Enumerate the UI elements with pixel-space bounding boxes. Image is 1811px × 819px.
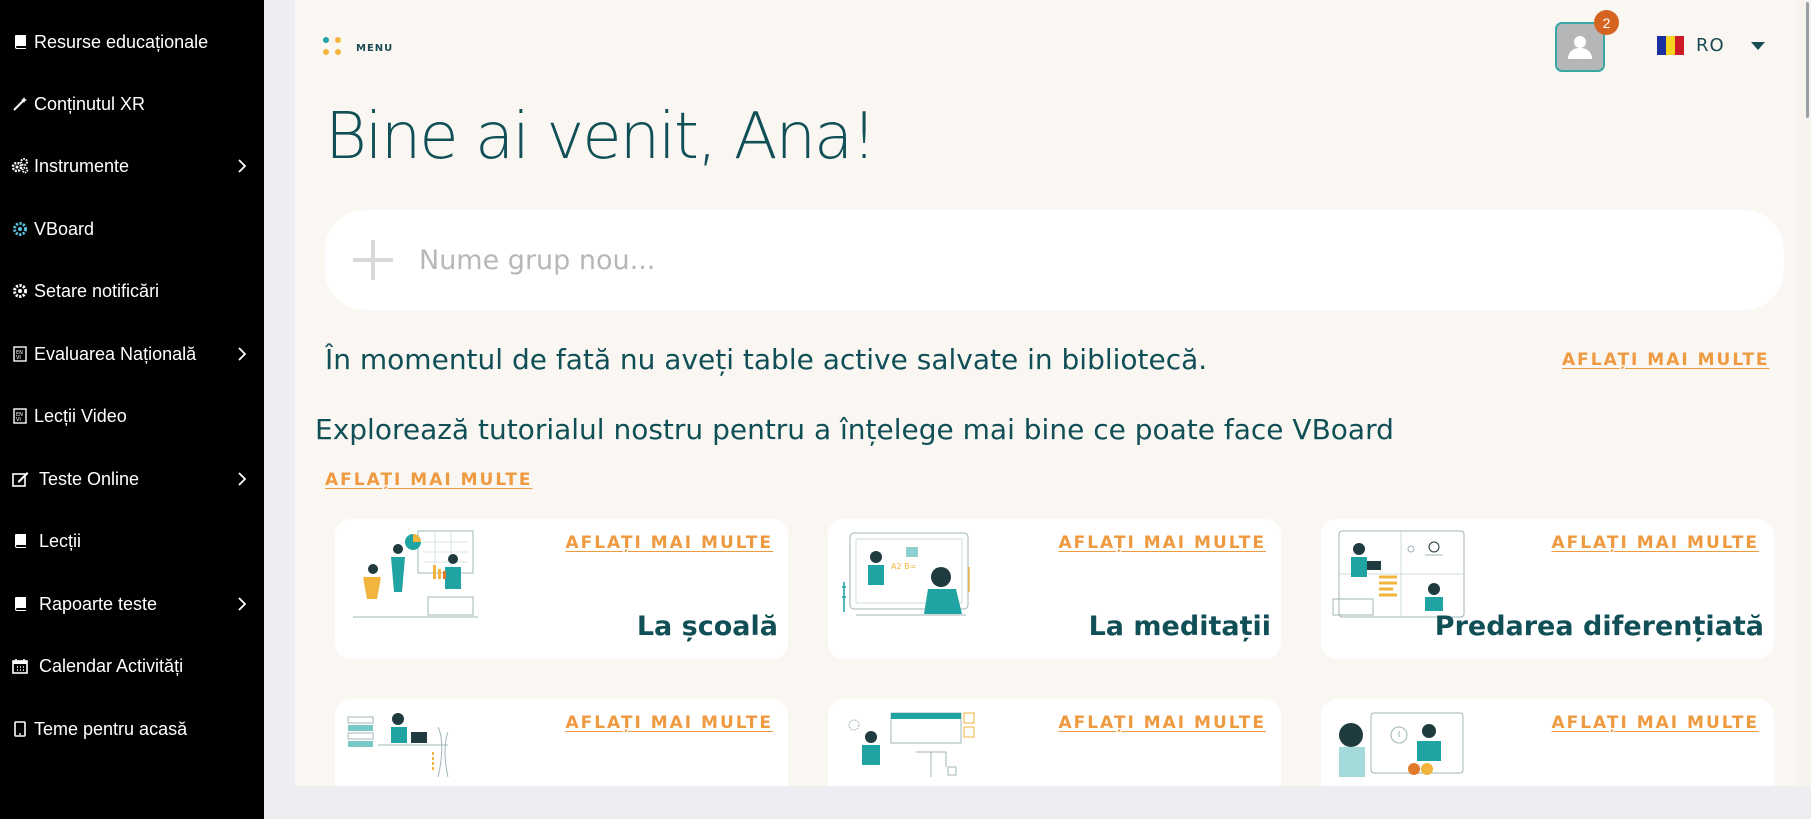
gear-icon: [11, 282, 29, 300]
chevron-right-icon: [238, 472, 247, 491]
card-tutorial-4[interactable]: AFLAȚI MAI MULTE: [335, 699, 788, 786]
chevron-right-icon: [238, 597, 247, 616]
sidebar-gutter: [264, 0, 295, 819]
menu-dots-icon: [323, 37, 345, 59]
card-title: La școală: [636, 611, 778, 642]
book-icon: [11, 33, 29, 51]
new-group-input[interactable]: [419, 244, 1719, 276]
sidebar-item-label: Resurse educaționale: [34, 31, 209, 52]
main-content: MENU 2 RO Bine ai venit, Ana! În momentu…: [295, 0, 1795, 786]
sidebar-item-label: Teme pentru acasă: [34, 718, 188, 739]
svg-text:VI: VI: [16, 355, 21, 361]
scrollbar[interactable]: [1795, 0, 1811, 786]
user-icon: [1568, 36, 1592, 59]
sidebar-item-label: Calendar Activități: [39, 655, 184, 676]
card-title: Predarea diferențiată: [1434, 611, 1764, 642]
sidebar-item-vboard[interactable]: VBoard: [0, 209, 264, 249]
sidebar-item-label: Setare notificări: [34, 280, 160, 301]
tutoring-illustration: A2 B=: [842, 532, 970, 616]
sidebar-item-label: Conținutul XR: [34, 93, 146, 114]
book-icon: [11, 595, 29, 613]
romania-flag-icon: [1657, 36, 1684, 55]
language-selector[interactable]: RO: [1657, 35, 1725, 56]
badge-icon: EN VI: [11, 345, 29, 363]
edit-icon: [11, 470, 29, 488]
svg-text:VI: VI: [16, 417, 21, 423]
sidebar: Resurse educaționale Conținutul XR Instr…: [0, 0, 264, 819]
calendar-icon: [11, 657, 29, 675]
svg-text:A2 B=: A2 B=: [891, 562, 916, 571]
sidebar-item-teme-pentru-acasa[interactable]: Teme pentru acasă: [0, 709, 264, 749]
card-learn-more-link[interactable]: AFLAȚI MAI MULTE: [1058, 713, 1266, 733]
card-la-meditatii[interactable]: A2 B= AFLAȚI MAI MULTE La meditații: [828, 519, 1281, 659]
book-icon: [11, 532, 29, 550]
tablet-icon: [11, 720, 29, 738]
sidebar-item-calendar-activitati[interactable]: Calendar Activități: [0, 646, 264, 686]
classroom-illustration: [353, 530, 478, 618]
video-call-illustration: [1339, 712, 1464, 777]
sidebar-item-label: Lecții Video: [34, 405, 127, 426]
gears-icon: [11, 157, 29, 175]
plus-icon[interactable]: [353, 240, 393, 280]
sidebar-item-setare-notificari[interactable]: Setare notificări: [0, 271, 264, 311]
card-title: La meditații: [1088, 611, 1271, 642]
menu-label: MENU: [356, 42, 394, 54]
notification-badge: 2: [1594, 10, 1619, 35]
sidebar-item-lectii[interactable]: Lecții: [0, 521, 264, 561]
sidebar-item-resurse-educationale[interactable]: Resurse educaționale: [0, 22, 264, 62]
study-desk-illustration: [347, 713, 449, 778]
sidebar-item-rapoarte-teste[interactable]: Rapoarte teste: [0, 584, 264, 624]
caret-down-icon[interactable]: [1751, 42, 1765, 50]
bottom-strip: [264, 786, 1811, 819]
sidebar-item-teste-online[interactable]: Teste Online: [0, 459, 264, 499]
language-code: RO: [1696, 35, 1725, 56]
online-platform-illustration: [848, 712, 975, 777]
new-group-bar[interactable]: [325, 210, 1784, 310]
card-learn-more-link[interactable]: AFLAȚI MAI MULTE: [565, 713, 773, 733]
card-tutorial-6[interactable]: AFLAȚI MAI MULTE: [1321, 699, 1774, 786]
sidebar-item-label: Teste Online: [39, 468, 140, 489]
magic-wand-icon: [11, 95, 29, 113]
tutorial-learn-more-link[interactable]: AFLAȚI MAI MULTE: [325, 470, 533, 490]
menu-button[interactable]: MENU: [323, 37, 393, 59]
scrollbar-thumb[interactable]: [1806, 2, 1809, 118]
card-predarea-diferentiata[interactable]: AFLAȚI MAI MULTE Predarea diferențiată: [1321, 519, 1774, 659]
card-learn-more-link[interactable]: AFLAȚI MAI MULTE: [1058, 533, 1266, 553]
gear-icon: [11, 220, 29, 238]
page-title: Bine ai venit, Ana!: [325, 100, 877, 174]
card-learn-more-link[interactable]: AFLAȚI MAI MULTE: [1551, 713, 1759, 733]
sidebar-item-label: Instrumente: [34, 155, 130, 176]
no-boards-message: În momentul de fată nu aveți table activ…: [325, 343, 1208, 376]
card-learn-more-link[interactable]: AFLAȚI MAI MULTE: [1551, 533, 1759, 553]
learn-more-link[interactable]: AFLAȚI MAI MULTE: [1562, 350, 1770, 370]
card-tutorial-5[interactable]: AFLAȚI MAI MULTE: [828, 699, 1281, 786]
badge-icon: EN VI: [11, 407, 29, 425]
sidebar-item-label: Evaluarea Națională: [34, 343, 197, 364]
chevron-right-icon: [238, 347, 247, 366]
explore-tutorial-text: Explorează tutorialul nostru pentru a în…: [315, 413, 1394, 446]
card-la-scoala[interactable]: AFLAȚI MAI MULTE La școală: [335, 519, 788, 659]
chevron-right-icon: [238, 159, 247, 178]
sidebar-item-instrumente[interactable]: Instrumente: [0, 146, 264, 186]
sidebar-item-label: Lecții: [39, 530, 82, 551]
sidebar-item-label: VBoard: [34, 218, 95, 239]
sidebar-item-lectii-video[interactable]: EN VI Lecții Video: [0, 396, 264, 436]
sidebar-item-label: Rapoarte teste: [39, 593, 158, 614]
sidebar-item-evaluarea-nationala[interactable]: EN VI Evaluarea Națională: [0, 334, 264, 374]
sidebar-item-continutul-xr[interactable]: Conținutul XR: [0, 84, 264, 124]
card-learn-more-link[interactable]: AFLAȚI MAI MULTE: [565, 533, 773, 553]
